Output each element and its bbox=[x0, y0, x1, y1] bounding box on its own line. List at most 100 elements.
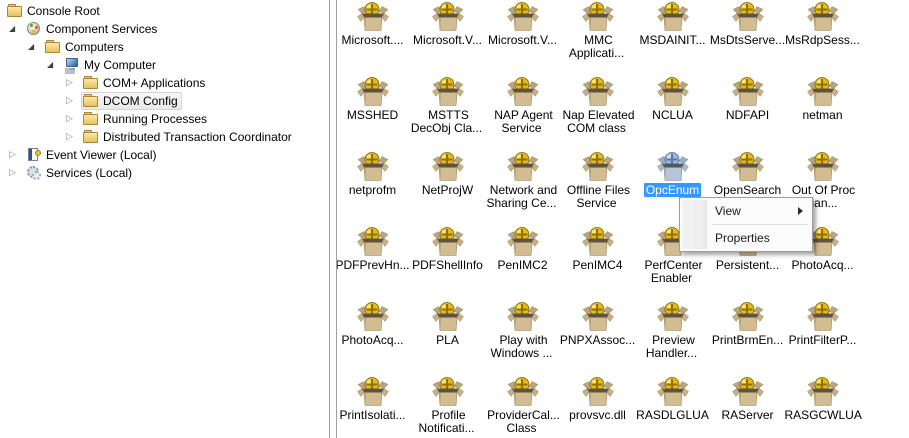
dcom-component-item[interactable]: PNPXAssoc... bbox=[560, 298, 635, 373]
dcom-component-item[interactable]: PrintFilterP... bbox=[785, 298, 860, 373]
collapsed-arrow-icon[interactable]: ▷ bbox=[8, 146, 24, 164]
dcom-component-item[interactable]: MsRdpSess... bbox=[785, 0, 860, 73]
tree-item-body[interactable]: Services (Local) bbox=[24, 164, 136, 182]
context-menu: View Properties bbox=[679, 197, 813, 252]
dcom-component-item[interactable]: Offline Files Service bbox=[560, 148, 635, 223]
dcom-component-box-icon bbox=[431, 75, 465, 108]
dcom-component-label: Persistent... bbox=[715, 258, 780, 272]
dcom-component-item[interactable]: MSDAINIT... bbox=[635, 0, 710, 73]
dcom-component-label: OpcEnum bbox=[643, 183, 702, 197]
folder-icon bbox=[83, 111, 99, 127]
dcom-component-item[interactable]: Preview Handler... bbox=[635, 298, 710, 373]
dcom-component-item[interactable]: Microsoft.V... bbox=[410, 0, 485, 73]
dcom-component-box-icon bbox=[506, 225, 540, 258]
dcom-component-label: Network and Sharing Ce... bbox=[486, 183, 558, 210]
tree-item[interactable]: ▷ Running Processes bbox=[0, 110, 329, 128]
context-menu-item[interactable]: Properties bbox=[682, 227, 810, 249]
dcom-component-item[interactable]: RASGCWLUA bbox=[785, 373, 862, 438]
dcom-component-label: netprofm bbox=[348, 183, 397, 197]
tree-item[interactable]: ▷ DCOM Config bbox=[0, 92, 329, 110]
dcom-component-item[interactable]: Play with Windows ... bbox=[485, 298, 560, 373]
tree-item[interactable]: Console Root bbox=[0, 2, 329, 20]
dcom-component-item[interactable]: MSSHED bbox=[337, 73, 410, 148]
dcom-component-item[interactable]: MsDtsServe... bbox=[710, 0, 785, 73]
tree-item[interactable]: ▷ Services (Local) bbox=[0, 164, 329, 182]
tree-item-body[interactable]: Event Viewer (Local) bbox=[24, 146, 161, 164]
tree-item[interactable]: ◢ Component Services bbox=[0, 20, 329, 38]
tree-item[interactable]: ▷ Distributed Transaction Coordinator bbox=[0, 128, 329, 146]
dcom-component-box-icon bbox=[581, 75, 615, 108]
tree-item-body[interactable]: Console Root bbox=[5, 2, 104, 20]
dcom-component-item[interactable]: MMC Applicati... bbox=[560, 0, 635, 73]
component-services-console: Console Root ◢ Component Services ◢ Comp… bbox=[0, 0, 909, 438]
dcom-component-item[interactable]: PhotoAcq... bbox=[337, 298, 410, 373]
dcom-component-item[interactable]: Network and Sharing Ce... bbox=[485, 148, 560, 223]
tree-item[interactable]: ◢ Computers bbox=[0, 38, 329, 56]
dcom-component-item[interactable]: PenIMC4 bbox=[560, 223, 635, 298]
dcom-component-box-icon bbox=[731, 375, 765, 408]
tree-item-body[interactable]: Distributed Transaction Coordinator bbox=[81, 128, 296, 146]
dcom-component-item[interactable]: Microsoft.V... bbox=[485, 0, 560, 73]
event-viewer-icon bbox=[26, 147, 42, 163]
collapsed-arrow-icon[interactable]: ▷ bbox=[65, 128, 81, 146]
dcom-component-item[interactable]: PLA bbox=[410, 298, 485, 373]
dcom-component-item[interactable]: netprofm bbox=[337, 148, 410, 223]
tree-item-body[interactable]: COM+ Applications bbox=[81, 74, 209, 92]
tree-item-body[interactable]: Component Services bbox=[24, 20, 161, 38]
dcom-component-label: Microsoft.V... bbox=[488, 33, 557, 47]
dcom-component-box-icon bbox=[731, 0, 765, 33]
dcom-component-item[interactable]: ProviderCal... Class bbox=[485, 373, 560, 438]
dcom-component-item[interactable]: NAP Agent Service bbox=[485, 73, 560, 148]
tree-item-body[interactable]: DCOM Config bbox=[81, 92, 182, 110]
dcom-component-box-icon bbox=[656, 0, 690, 33]
dcom-component-label: PerfCenter Enabler bbox=[644, 258, 703, 285]
collapsed-arrow-icon[interactable]: ▷ bbox=[8, 164, 24, 182]
dcom-component-label: PNPXAssoc... bbox=[559, 333, 636, 347]
tree-item[interactable]: ▷ COM+ Applications bbox=[0, 74, 329, 92]
tree-item-body[interactable]: My Computer bbox=[62, 56, 160, 74]
collapsed-arrow-icon[interactable]: ▷ bbox=[65, 92, 81, 110]
dcom-component-item[interactable]: NCLUA bbox=[635, 73, 710, 148]
dcom-component-box-icon bbox=[731, 150, 765, 183]
dcom-component-box-icon bbox=[656, 300, 690, 333]
dcom-component-label: netman bbox=[802, 108, 843, 122]
folder-icon bbox=[83, 129, 99, 145]
dcom-component-box-icon bbox=[356, 300, 390, 333]
dcom-component-item[interactable]: Profile Notificati... bbox=[410, 373, 485, 438]
dcom-component-item[interactable]: NetProjW bbox=[410, 148, 485, 223]
dcom-component-item[interactable]: netman bbox=[785, 73, 860, 148]
dcom-component-label: Microsoft.... bbox=[341, 33, 404, 47]
dcom-component-item[interactable]: provsvc.dll bbox=[560, 373, 635, 438]
dcom-component-item[interactable]: RAServer bbox=[710, 373, 785, 438]
folder-icon bbox=[83, 93, 99, 109]
dcom-component-item[interactable]: NDFAPI bbox=[710, 73, 785, 148]
tree-item[interactable]: ▷ Event Viewer (Local) bbox=[0, 146, 329, 164]
dcom-component-item[interactable]: Microsoft.... bbox=[337, 0, 410, 73]
dcom-component-item[interactable]: PrintIsolati... bbox=[337, 373, 410, 438]
collapsed-arrow-icon[interactable]: ▷ bbox=[65, 110, 81, 128]
dcom-component-label: MSTTS DecObj Cla... bbox=[410, 108, 483, 135]
dcom-component-item[interactable]: MSTTS DecObj Cla... bbox=[410, 73, 485, 148]
dcom-component-item[interactable]: PenIMC2 bbox=[485, 223, 560, 298]
tree-item-body[interactable]: Running Processes bbox=[81, 110, 211, 128]
dcom-component-item[interactable]: PDFShellInfo bbox=[410, 223, 485, 298]
tree-item[interactable]: ◢ My Computer bbox=[0, 56, 329, 74]
expanded-arrow-icon[interactable]: ◢ bbox=[27, 38, 43, 56]
dcom-component-item[interactable]: PrintBrmEn... bbox=[710, 298, 785, 373]
dcom-component-label: NDFAPI bbox=[725, 108, 770, 122]
tree-item-label: My Computer bbox=[84, 58, 157, 72]
dcom-component-item[interactable]: Nap Elevated COM class bbox=[560, 73, 635, 148]
services-icon bbox=[26, 165, 42, 181]
dcom-component-label: ProviderCal... Class bbox=[487, 408, 560, 435]
dcom-component-item[interactable]: PDFPrevHn... bbox=[337, 223, 410, 298]
dcom-component-box-icon bbox=[431, 150, 465, 183]
dcom-component-item[interactable]: RASDLGLUA bbox=[635, 373, 710, 438]
expanded-arrow-icon[interactable]: ◢ bbox=[8, 20, 24, 38]
tree-item-body[interactable]: Computers bbox=[43, 38, 128, 56]
expanded-arrow-icon[interactable]: ◢ bbox=[46, 56, 62, 74]
dcom-component-box-icon bbox=[431, 225, 465, 258]
context-menu-item[interactable]: View bbox=[682, 200, 810, 222]
collapsed-arrow-icon[interactable]: ▷ bbox=[65, 74, 81, 92]
dcom-component-box-icon bbox=[656, 375, 690, 408]
dcom-component-label: MSDAINIT... bbox=[639, 33, 706, 47]
